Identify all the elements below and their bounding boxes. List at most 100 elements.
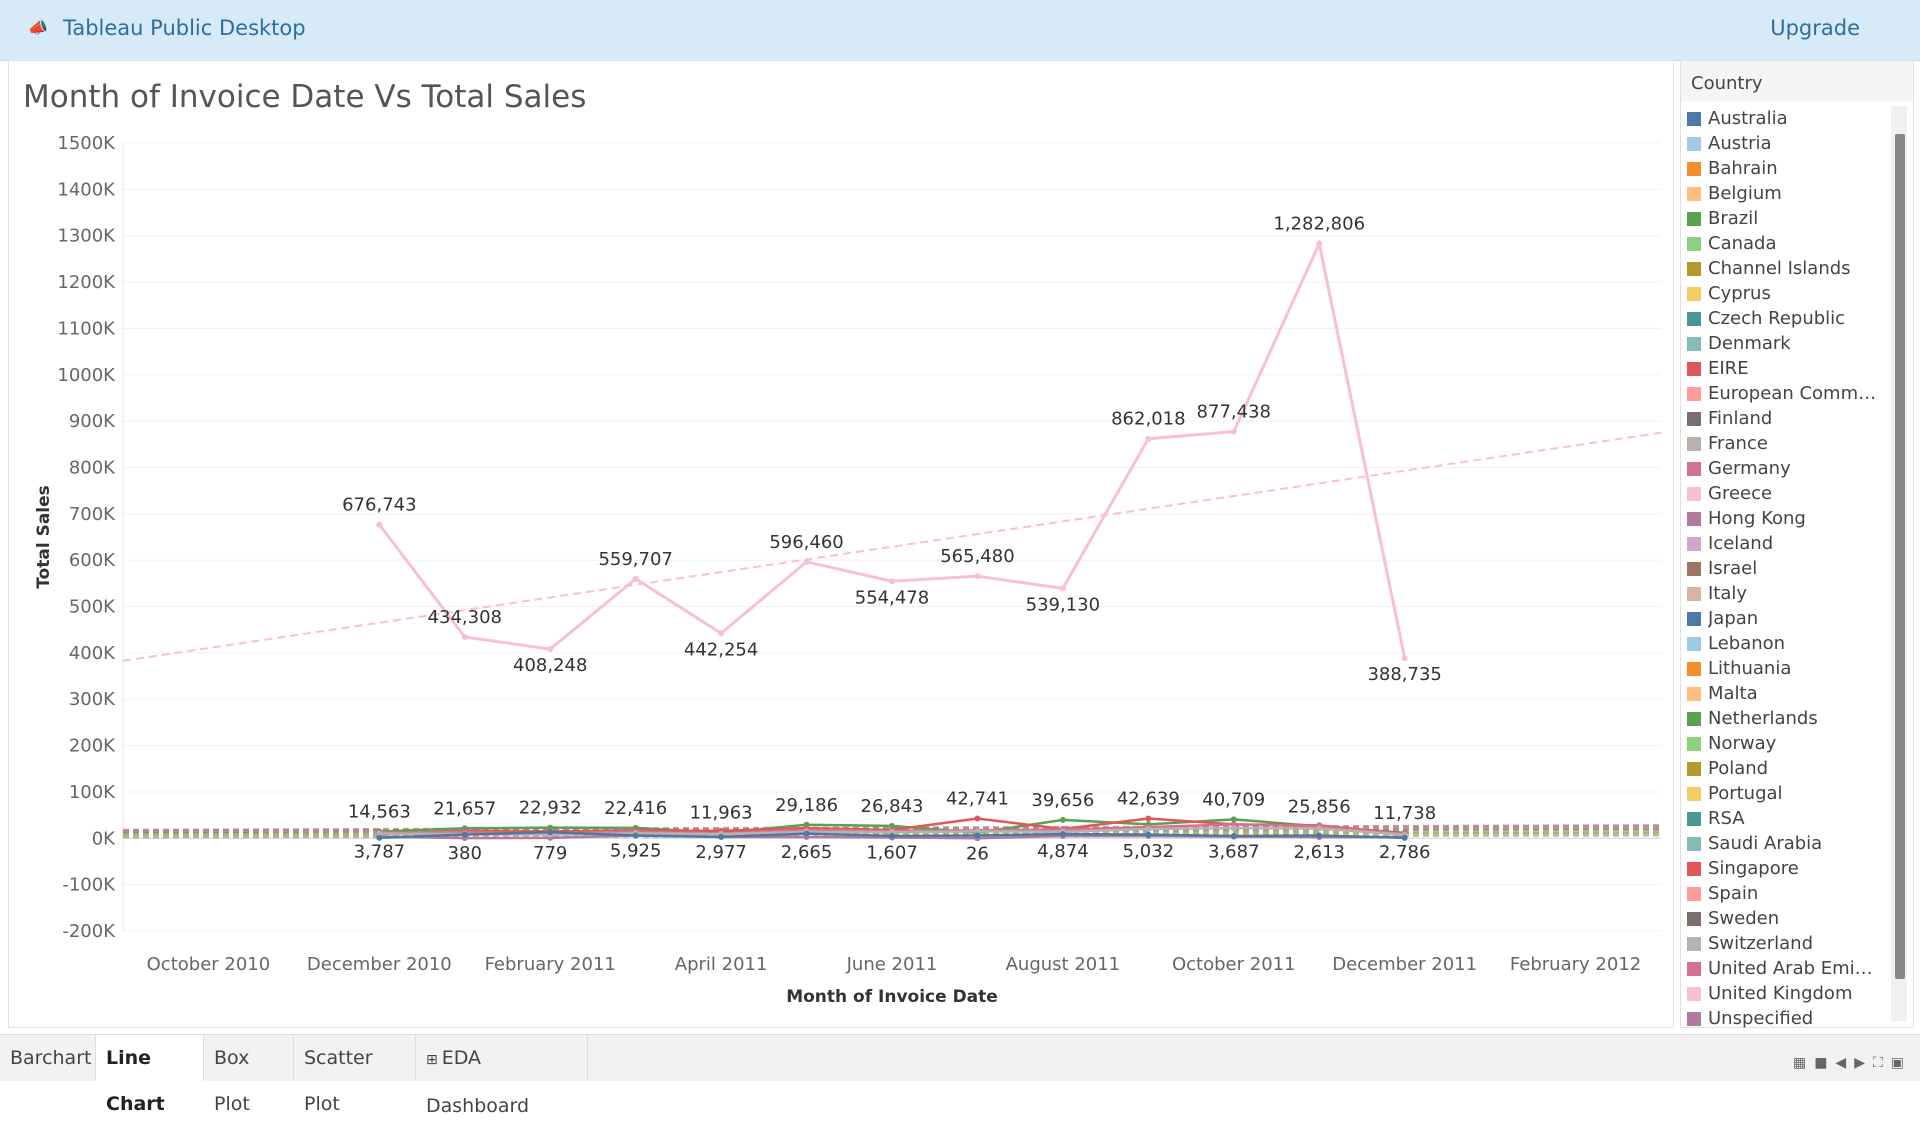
legend-label: Netherlands bbox=[1708, 708, 1818, 729]
legend-label: Belgium bbox=[1708, 183, 1782, 204]
data-point bbox=[1059, 831, 1066, 838]
tab-scatter-plot[interactable]: Scatter Plot bbox=[294, 1035, 416, 1115]
data-point bbox=[1145, 435, 1152, 442]
legend-item[interactable]: Portugal bbox=[1687, 781, 1887, 806]
legend-label: Portugal bbox=[1708, 783, 1783, 804]
legend-swatch bbox=[1687, 811, 1701, 826]
legend-item[interactable]: Saudi Arabia bbox=[1687, 831, 1887, 856]
data-point bbox=[547, 829, 554, 836]
data-label: 554,478 bbox=[855, 587, 929, 608]
legend-swatch bbox=[1687, 886, 1701, 901]
data-label: 559,707 bbox=[598, 549, 672, 570]
legend-item[interactable]: RSA bbox=[1687, 806, 1887, 831]
data-point bbox=[718, 630, 725, 637]
legend-item[interactable]: Poland bbox=[1687, 756, 1887, 781]
legend-scrollbar[interactable] bbox=[1891, 106, 1907, 1021]
legend-scrollbar-thumb[interactable] bbox=[1895, 134, 1905, 979]
legend-label: Bahrain bbox=[1708, 158, 1778, 179]
color-legend: Country Australia Austria Bahrain Belgium Br… bbox=[1680, 60, 1914, 1031]
status-bar-icons[interactable]: ▦■◀▶⛶▣ bbox=[1793, 1055, 1912, 1071]
x-tick-label: December 2011 bbox=[1332, 954, 1477, 975]
dashboard-grid-icon: ⊞ bbox=[426, 1052, 438, 1068]
data-label: 380 bbox=[448, 843, 482, 864]
data-point bbox=[632, 575, 639, 582]
legend-item[interactable]: EIRE bbox=[1687, 356, 1887, 381]
legend-item[interactable]: Germany bbox=[1687, 456, 1887, 481]
legend-item[interactable]: Sweden bbox=[1687, 906, 1887, 931]
legend-item[interactable]: Singapore bbox=[1687, 856, 1887, 881]
legend-item[interactable]: Hong Kong bbox=[1687, 506, 1887, 531]
tab-line-chart[interactable]: Line Chart bbox=[96, 1035, 204, 1115]
x-tick-label: October 2010 bbox=[147, 954, 271, 975]
legend-label: Norway bbox=[1708, 733, 1777, 754]
legend-item[interactable]: Canada bbox=[1687, 231, 1887, 256]
legend-item[interactable]: Brazil bbox=[1687, 206, 1887, 231]
legend-label: Germany bbox=[1708, 458, 1791, 479]
legend-item[interactable]: European Commun.. bbox=[1687, 381, 1887, 406]
legend-item[interactable]: Finland bbox=[1687, 406, 1887, 431]
data-point bbox=[1316, 825, 1323, 832]
data-point bbox=[461, 633, 468, 640]
legend-item[interactable]: Iceland bbox=[1687, 531, 1887, 556]
legend-swatch bbox=[1687, 486, 1701, 501]
tab-box-plot[interactable]: Box Plot bbox=[204, 1035, 294, 1115]
worksheet-area: Month of Invoice Date Vs Total Sales 150… bbox=[8, 60, 1674, 1028]
legend-item[interactable]: France bbox=[1687, 431, 1887, 456]
y-axis-title: Total Sales bbox=[34, 485, 54, 589]
legend-item[interactable]: Norway bbox=[1687, 731, 1887, 756]
y-tick-label: 400K bbox=[69, 643, 116, 664]
legend-item[interactable]: Spain bbox=[1687, 881, 1887, 906]
tab-label: Line Chart bbox=[106, 1047, 165, 1115]
legend-label: Hong Kong bbox=[1708, 508, 1806, 529]
legend-swatch bbox=[1687, 236, 1701, 251]
data-label: 565,480 bbox=[940, 546, 1014, 567]
x-tick-label: April 2011 bbox=[675, 954, 768, 975]
legend-item[interactable]: Australia bbox=[1687, 106, 1887, 131]
legend-item[interactable]: Belgium bbox=[1687, 181, 1887, 206]
legend-item[interactable]: Lebanon bbox=[1687, 631, 1887, 656]
data-label: 3,687 bbox=[1208, 842, 1260, 863]
legend-item[interactable]: Netherlands bbox=[1687, 706, 1887, 731]
data-point bbox=[1230, 832, 1237, 839]
legend-label: RSA bbox=[1708, 808, 1745, 829]
upgrade-button[interactable]: Upgrade bbox=[1770, 16, 1860, 40]
legend-item[interactable]: Austria bbox=[1687, 131, 1887, 156]
data-label: 40,709 bbox=[1202, 789, 1265, 810]
legend-item[interactable]: Czech Republic bbox=[1687, 306, 1887, 331]
legend-swatch bbox=[1687, 761, 1701, 776]
y-tick-label: 300K bbox=[69, 689, 116, 710]
legend-item[interactable]: Denmark bbox=[1687, 331, 1887, 356]
legend-item[interactable]: Unspecified bbox=[1687, 1006, 1887, 1031]
legend-item[interactable]: United Arab Emirat.. bbox=[1687, 956, 1887, 981]
legend-swatch bbox=[1687, 511, 1701, 526]
legend-item[interactable]: Bahrain bbox=[1687, 156, 1887, 181]
data-label: 1,607 bbox=[866, 843, 918, 864]
data-label: 676,743 bbox=[342, 495, 416, 516]
legend-label: Japan bbox=[1708, 608, 1759, 629]
data-point bbox=[547, 646, 554, 653]
legend-item[interactable]: Israel bbox=[1687, 556, 1887, 581]
y-tick-label: 200K bbox=[69, 736, 116, 757]
data-point bbox=[1401, 834, 1408, 841]
legend-item[interactable]: Channel Islands bbox=[1687, 256, 1887, 281]
x-tick-label: August 2011 bbox=[1006, 954, 1121, 975]
legend-item[interactable]: Japan bbox=[1687, 606, 1887, 631]
legend-item[interactable]: Italy bbox=[1687, 581, 1887, 606]
data-label: 22,932 bbox=[519, 798, 582, 819]
x-axis-title: Month of Invoice Date bbox=[786, 987, 998, 1007]
legend-item[interactable]: Cyprus bbox=[1687, 281, 1887, 306]
legend-item[interactable]: United Kingdom bbox=[1687, 981, 1887, 1006]
data-label: 42,639 bbox=[1117, 789, 1180, 810]
legend-item[interactable]: Switzerland bbox=[1687, 931, 1887, 956]
legend-item[interactable]: Malta bbox=[1687, 681, 1887, 706]
data-point bbox=[1401, 655, 1408, 662]
data-label: 29,186 bbox=[775, 795, 838, 816]
legend-item[interactable]: Lithuania bbox=[1687, 656, 1887, 681]
tab-label: Scatter Plot bbox=[304, 1047, 373, 1115]
line-chart[interactable]: 1500K 1400K 1300K 1200K 1100K 1000K 900K 800K 70… bbox=[9, 61, 1673, 1027]
legend-label: Iceland bbox=[1708, 533, 1774, 554]
tab-eda-dashboard[interactable]: ⊞ EDA Dashboard bbox=[416, 1035, 588, 1117]
legend-swatch bbox=[1687, 1011, 1701, 1026]
legend-item[interactable]: Greece bbox=[1687, 481, 1887, 506]
tab-barchart[interactable]: Barchart bbox=[0, 1035, 96, 1081]
